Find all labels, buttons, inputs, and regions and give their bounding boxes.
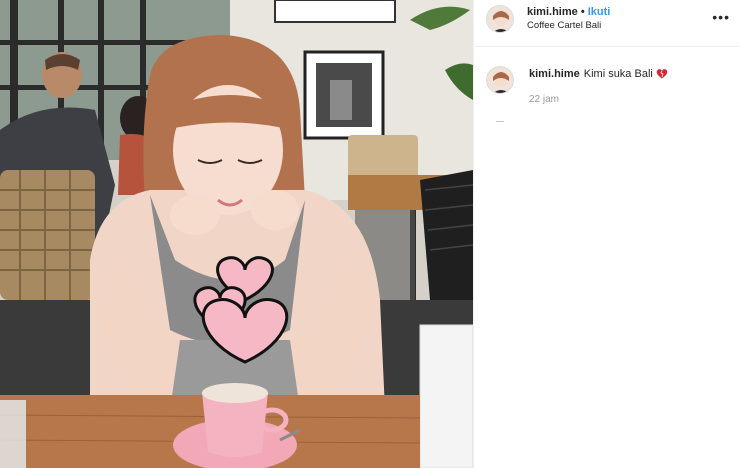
dot-separator: •: [580, 6, 585, 18]
username-link[interactable]: kimi.hime: [527, 6, 578, 18]
follow-button[interactable]: Ikuti: [588, 6, 611, 18]
avatar-image: [487, 67, 513, 93]
more-options-button[interactable]: •••: [712, 10, 730, 24]
caption-avatar[interactable]: [486, 66, 514, 94]
post-photo[interactable]: [0, 0, 473, 468]
photo-illustration: [0, 0, 473, 468]
header-username-line: kimi.hime • Ikuti: [527, 6, 610, 18]
post-side-panel: kimi.hime • Ikuti Coffee Cartel Bali •••…: [473, 0, 740, 468]
heart-emoji-icon: [656, 68, 668, 82]
user-avatar[interactable]: [486, 5, 514, 33]
caption: kimi.hime Kimi suka Bali: [529, 68, 668, 82]
avatar-image: [487, 6, 513, 32]
caption-username-link[interactable]: kimi.hime: [529, 68, 580, 80]
post-timestamp[interactable]: 22 jam: [529, 94, 559, 105]
comments-loading-indicator: [496, 121, 504, 122]
caption-text: Kimi suka Bali: [583, 68, 653, 80]
post-header: kimi.hime • Ikuti Coffee Cartel Bali •••: [474, 0, 740, 47]
location-link[interactable]: Coffee Cartel Bali: [527, 20, 601, 31]
